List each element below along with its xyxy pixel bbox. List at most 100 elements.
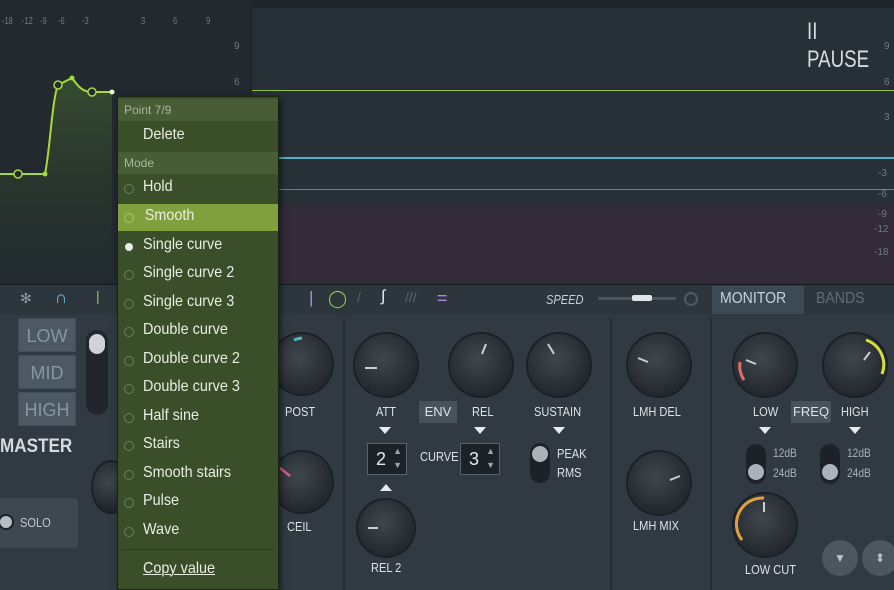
curve-point[interactable] [53, 80, 63, 90]
speed-label: SPEED [546, 292, 584, 307]
band-slider-handle[interactable] [89, 334, 105, 354]
radio-icon [124, 470, 134, 480]
curve-point[interactable] [87, 87, 97, 97]
menu-mode-smooth-stairs[interactable]: Smooth stairs [118, 461, 278, 488]
menu-item-label: Single curve [143, 236, 223, 253]
monitor-low-dropdown-icon[interactable] [759, 427, 771, 434]
context-menu: Point 7/9 Delete Mode Hold Smooth Single… [117, 96, 279, 590]
att-dropdown-icon[interactable] [379, 427, 391, 434]
radio-icon [124, 413, 134, 423]
high-slope-toggle-handle[interactable] [822, 464, 838, 480]
low-cut-arc [734, 496, 765, 541]
pause-button[interactable]: II PAUSE [807, 18, 875, 74]
peak-label: PEAK [557, 446, 587, 461]
att-knob-indicator [365, 367, 377, 369]
menu-mode-double-curve-3[interactable]: Double curve 3 [118, 375, 278, 402]
circle-tool-icon[interactable]: ◯ [328, 289, 347, 309]
freq-button[interactable]: FREQ [791, 401, 831, 423]
equals-icon[interactable]: = [437, 288, 448, 309]
tab-monitor[interactable]: MONITOR [712, 286, 804, 314]
menu-mode-single-curve[interactable]: Single curve [118, 233, 278, 260]
menu-item-label: Single curve 3 [143, 293, 235, 310]
menu-item-label: Half sine [143, 407, 200, 424]
speed-slider-handle[interactable] [632, 295, 652, 301]
monitor-low-arc [738, 359, 757, 381]
radio-icon [124, 356, 134, 366]
curve-tool-icon[interactable]: ∫ [381, 288, 385, 306]
stepper-arrows-icon[interactable]: ▲ ▼ [393, 444, 402, 472]
curve-point[interactable] [69, 75, 75, 81]
band-high-button[interactable]: HIGH [18, 392, 76, 426]
radio-icon [124, 384, 134, 394]
curve-point-selected[interactable] [109, 89, 115, 95]
menu-mode-half-sine[interactable]: Half sine [118, 404, 278, 431]
axis-label: 9 [884, 41, 890, 52]
menu-mode-stairs[interactable]: Stairs [118, 432, 278, 459]
sustain-knob-indicator [547, 343, 555, 355]
peak-rms-toggle-handle[interactable] [532, 446, 548, 462]
sustain-dropdown-icon[interactable] [553, 427, 565, 434]
speed-toggle[interactable] [684, 292, 698, 306]
high-24db-label: 24dB [847, 466, 871, 480]
sustain-label: SUSTAIN [534, 404, 582, 419]
menu-mode-single-curve-2[interactable]: Single curve 2 [118, 261, 278, 288]
stepper-arrows-icon[interactable]: ▲ ▼ [486, 444, 495, 472]
meter-lower-region [252, 205, 894, 284]
monitor-high-dropdown-icon[interactable] [849, 427, 861, 434]
radio-icon [124, 327, 134, 337]
menu-item-label: Double curve 2 [143, 350, 240, 367]
snowflake-icon[interactable]: ✻ [20, 290, 32, 307]
up-down-arrows-icon[interactable]: ⬍ [862, 540, 894, 576]
band-mid-button[interactable]: MID [18, 355, 76, 389]
menu-mode-hold[interactable]: Hold [118, 175, 278, 202]
env-button[interactable]: ENV [419, 401, 457, 423]
rel-knob-indicator [481, 343, 487, 355]
tab-bands[interactable]: BANDS [808, 286, 894, 314]
menu-mode-single-curve-3[interactable]: Single curve 3 [118, 290, 278, 317]
curve-label: CURVE [420, 449, 459, 464]
menu-copy-value[interactable]: Copy value [118, 557, 278, 584]
menu-mode-smooth[interactable]: Smooth [118, 204, 278, 231]
curve-point[interactable] [42, 171, 48, 177]
ceil-knob-arc [279, 467, 291, 477]
line-tool-icon[interactable]: / [357, 289, 361, 305]
purple-bar-icon[interactable]: | [309, 288, 313, 308]
curve-left-stepper[interactable]: 2 ▲ ▼ [367, 443, 407, 475]
divider [343, 318, 345, 590]
green-bar-icon[interactable]: | [96, 288, 100, 304]
radio-icon [124, 441, 134, 451]
menu-mode-pulse[interactable]: Pulse [118, 489, 278, 516]
curve-right-stepper[interactable]: 3 ▲ ▼ [460, 443, 500, 475]
band-low-button[interactable]: LOW [18, 318, 76, 352]
menu-item-label: Hold [143, 178, 173, 195]
monitor-low-label: LOW [753, 404, 779, 419]
menu-mode-wave[interactable]: Wave [118, 518, 278, 545]
menu-item-label: Double curve 3 [143, 378, 240, 395]
att-label: ATT [376, 404, 397, 419]
monitor-high-label: HIGH [841, 404, 869, 419]
menu-mode-double-curve[interactable]: Double curve [118, 318, 278, 345]
curve-left-value: 2 [376, 449, 387, 469]
divider [610, 318, 612, 590]
lmh-mix-label: LMH MIX [633, 518, 680, 533]
level-line-purple [252, 189, 894, 190]
menu-mode-header: Mode [118, 152, 278, 174]
rel-dropdown-icon[interactable] [474, 427, 486, 434]
menu-item-label: Smooth stairs [143, 464, 232, 481]
axis-label: -6 [878, 189, 887, 200]
multi-line-icon[interactable]: /// [405, 289, 417, 305]
chevron-down-icon[interactable]: ▼ [822, 540, 858, 576]
radio-icon [124, 184, 134, 194]
menu-delete[interactable]: Delete [118, 123, 278, 150]
tab-bands-label: BANDS [816, 290, 865, 307]
master-label: MASTER [0, 436, 73, 457]
low-24db-label: 24dB [773, 466, 797, 480]
menu-mode-double-curve-2[interactable]: Double curve 2 [118, 347, 278, 374]
radio-icon [124, 270, 134, 280]
headphones-icon[interactable]: ∩ [55, 288, 67, 308]
rel2-up-icon[interactable] [380, 484, 392, 491]
low-slope-toggle-handle[interactable] [748, 464, 764, 480]
axis-label: 3 [884, 112, 890, 123]
axis-label: -18 [874, 247, 889, 258]
curve-point[interactable] [13, 169, 23, 179]
